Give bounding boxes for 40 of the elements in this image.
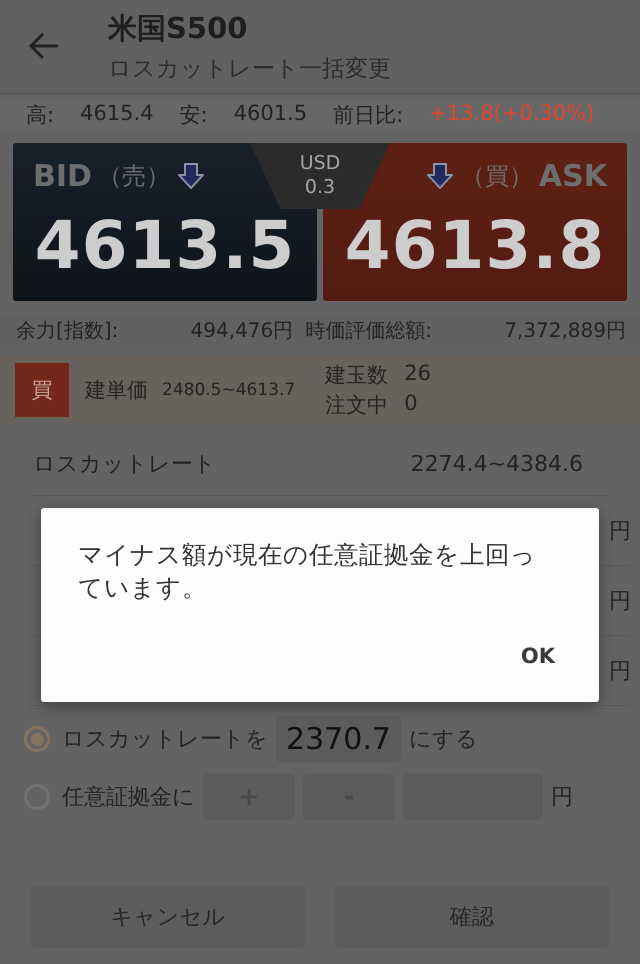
down-arrow-icon xyxy=(176,161,206,191)
stat-value: 4615.4 xyxy=(80,101,154,127)
position-value: 26 xyxy=(404,361,431,387)
stat-value: +13.8(+0.30%) xyxy=(429,101,594,127)
ask-label: ASK xyxy=(538,158,607,194)
stat-label: 高: xyxy=(26,102,54,129)
rate-field[interactable]: 2370.7 xyxy=(276,716,401,762)
position-label: 注文中 xyxy=(325,392,388,419)
bid-label: BID xyxy=(33,158,92,194)
balance-value: 7,372,889円 xyxy=(504,316,626,344)
unit-label: 円 xyxy=(609,518,631,546)
stat-value: 4601.5 xyxy=(234,101,308,127)
option-label: 任意証拠金に xyxy=(62,784,195,812)
side-label: （売） xyxy=(98,161,170,192)
stat-label: 安: xyxy=(180,102,208,129)
balance-label: 時価評価総額: xyxy=(305,316,432,344)
bid-price: 4613.5 xyxy=(34,207,296,284)
screen-title: 米国S500 xyxy=(108,10,248,46)
unit-label: 円 xyxy=(609,658,631,686)
side-label: （買） xyxy=(460,161,533,192)
unit-label: 円 xyxy=(551,784,573,812)
price-range: 2480.5~4613.7 xyxy=(162,380,296,400)
price-label: 建単価 xyxy=(85,377,148,404)
balance-value: 494,476円 xyxy=(190,316,294,344)
unit-label: 円 xyxy=(609,588,631,616)
position-label: 建玉数 xyxy=(325,362,388,389)
position-value: 0 xyxy=(404,391,419,417)
ok-button[interactable]: OK xyxy=(516,642,559,670)
dialog-message: マイナス額が現在の任意証拠金を上回っています。 xyxy=(78,539,537,604)
losscut-value: 2274.4~4384.6 xyxy=(410,452,583,476)
balance-label: 余力[指数]: xyxy=(16,316,118,344)
side-badge: 買 xyxy=(15,363,69,417)
down-arrow-icon xyxy=(424,161,455,191)
option-suffix: にする xyxy=(408,726,478,754)
losscut-label: ロスカットレート xyxy=(33,451,216,479)
back-icon[interactable] xyxy=(28,32,60,60)
option-label: ロスカットレートを xyxy=(62,726,268,754)
stat-label: 前日比: xyxy=(333,102,404,129)
radio-button[interactable] xyxy=(24,726,50,752)
ask-price: 4613.8 xyxy=(344,207,606,284)
